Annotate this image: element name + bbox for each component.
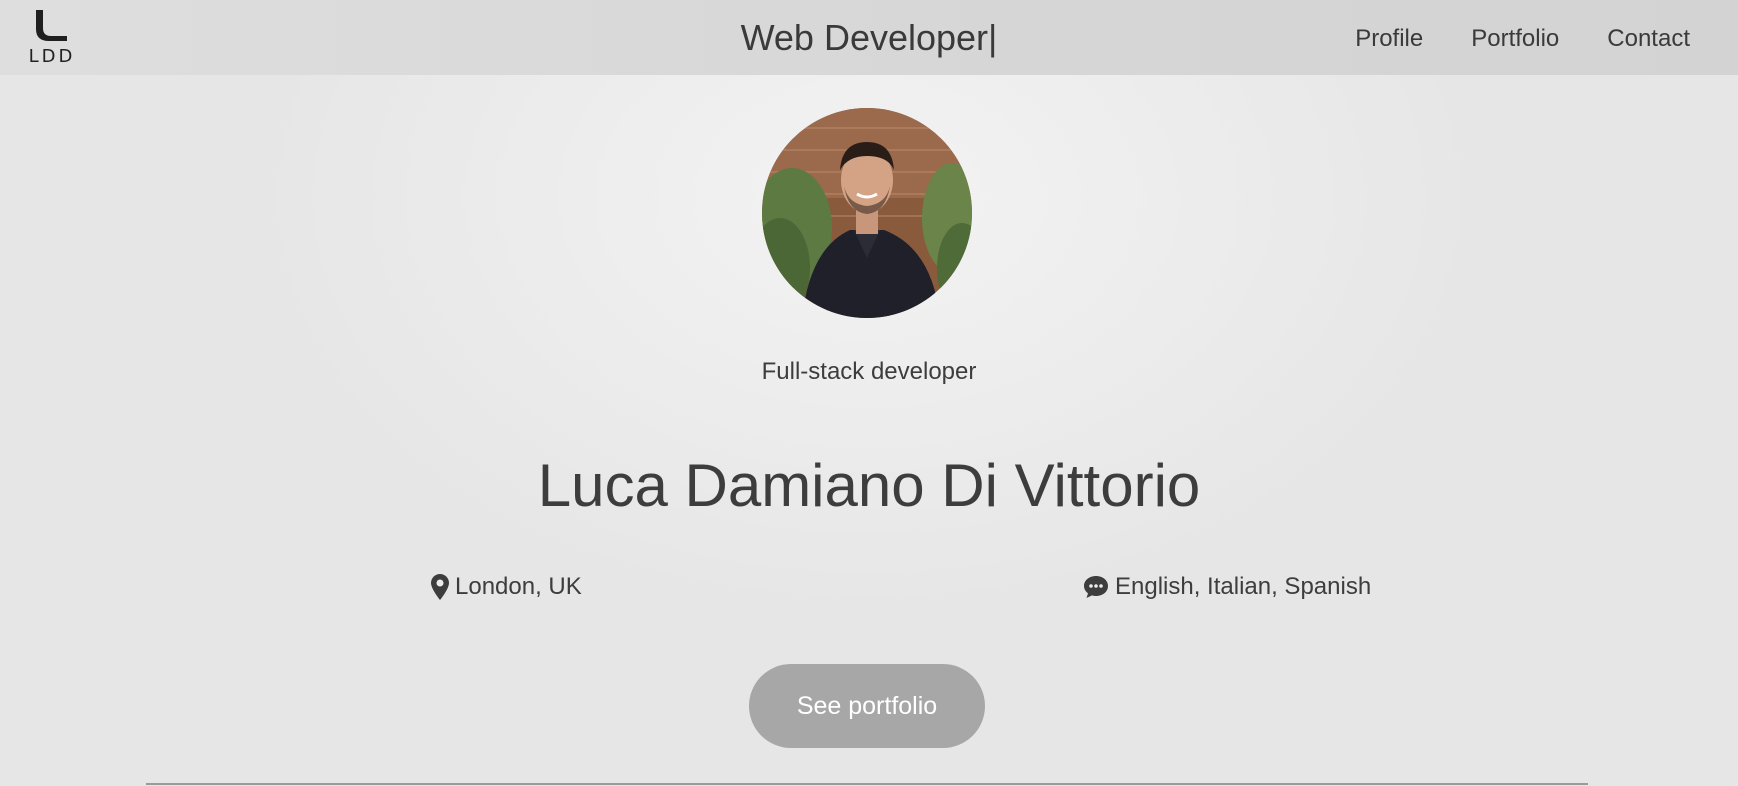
navbar: LDD Web Developer| Profile Portfolio Con… — [0, 0, 1738, 75]
title-text: Web Developer — [740, 17, 989, 58]
languages-text: English, Italian, Spanish — [1115, 573, 1372, 600]
see-portfolio-button[interactable]: See portfolio — [749, 664, 985, 748]
map-pin-icon — [431, 574, 449, 600]
nav-link-profile[interactable]: Profile — [1355, 24, 1423, 54]
nav-links: Profile Portfolio Contact — [1355, 24, 1690, 54]
location-info: London, UK — [431, 571, 582, 603]
avatar — [762, 108, 972, 318]
nav-link-contact[interactable]: Contact — [1607, 24, 1690, 54]
person-name: Luca Damiano Di Vittorio — [537, 452, 1201, 519]
nav-link-portfolio[interactable]: Portfolio — [1471, 24, 1559, 54]
location-text: London, UK — [455, 573, 582, 600]
chat-bubble-icon — [1083, 575, 1109, 599]
languages-info: English, Italian, Spanish — [1083, 571, 1371, 603]
typing-cursor: | — [988, 17, 998, 58]
section-divider — [146, 783, 1588, 785]
role-subtitle: Full-stack developer — [761, 358, 977, 385]
